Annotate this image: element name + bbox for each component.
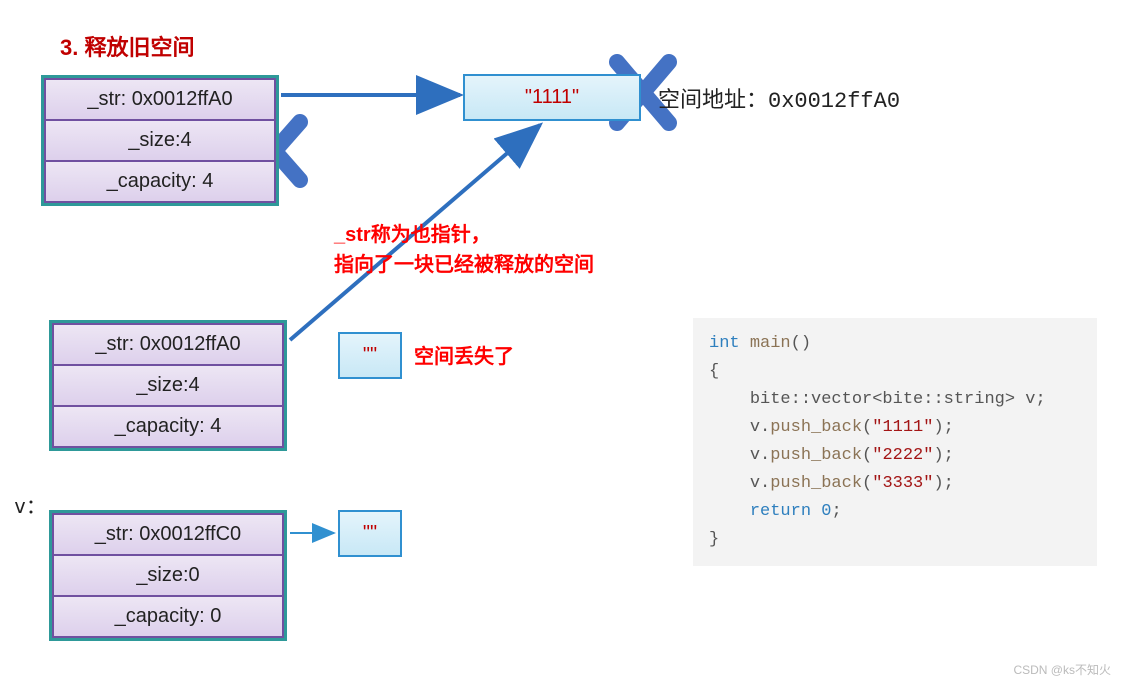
struct-box-2: _str: 0x0012ffA0 _size:4 _capacity: 4	[49, 320, 287, 451]
memory-block-1111: "1111"	[463, 74, 641, 121]
diagram-title: 3. 释放旧空间	[60, 30, 194, 62]
struct2-str: _str: 0x0012ffA0	[52, 323, 284, 366]
struct2-cap: _capacity: 4	[52, 407, 284, 448]
struct3-str: _str: 0x0012ffC0	[52, 513, 284, 556]
annotation-dangling-ptr: _str称为也指针， 指向了一块已经被释放的空间	[334, 220, 594, 280]
struct-box-1: _str: 0x0012ffA0 _size:4 _capacity: 4	[41, 75, 279, 206]
variable-label-v: v：	[14, 490, 46, 519]
struct3-size: _size:0	[52, 556, 284, 597]
struct1-cap: _capacity: 4	[44, 162, 276, 203]
code-snippet: int main() { bite::vector<bite::string> …	[693, 318, 1097, 566]
struct1-size: _size:4	[44, 121, 276, 162]
struct3-cap: _capacity: 0	[52, 597, 284, 638]
address-label: 空间地址：0x0012ffA0	[658, 82, 900, 114]
struct2-size: _size:4	[52, 366, 284, 407]
annotation-lost-memory: 空间丢失了	[414, 342, 514, 372]
struct-box-3: _str: 0x0012ffC0 _size:0 _capacity: 0	[49, 510, 287, 641]
lost-memory-block: ""	[338, 332, 402, 379]
struct1-str: _str: 0x0012ffA0	[44, 78, 276, 121]
empty-memory-block: ""	[338, 510, 402, 557]
watermark: CSDN @ks不知火	[1013, 661, 1111, 678]
